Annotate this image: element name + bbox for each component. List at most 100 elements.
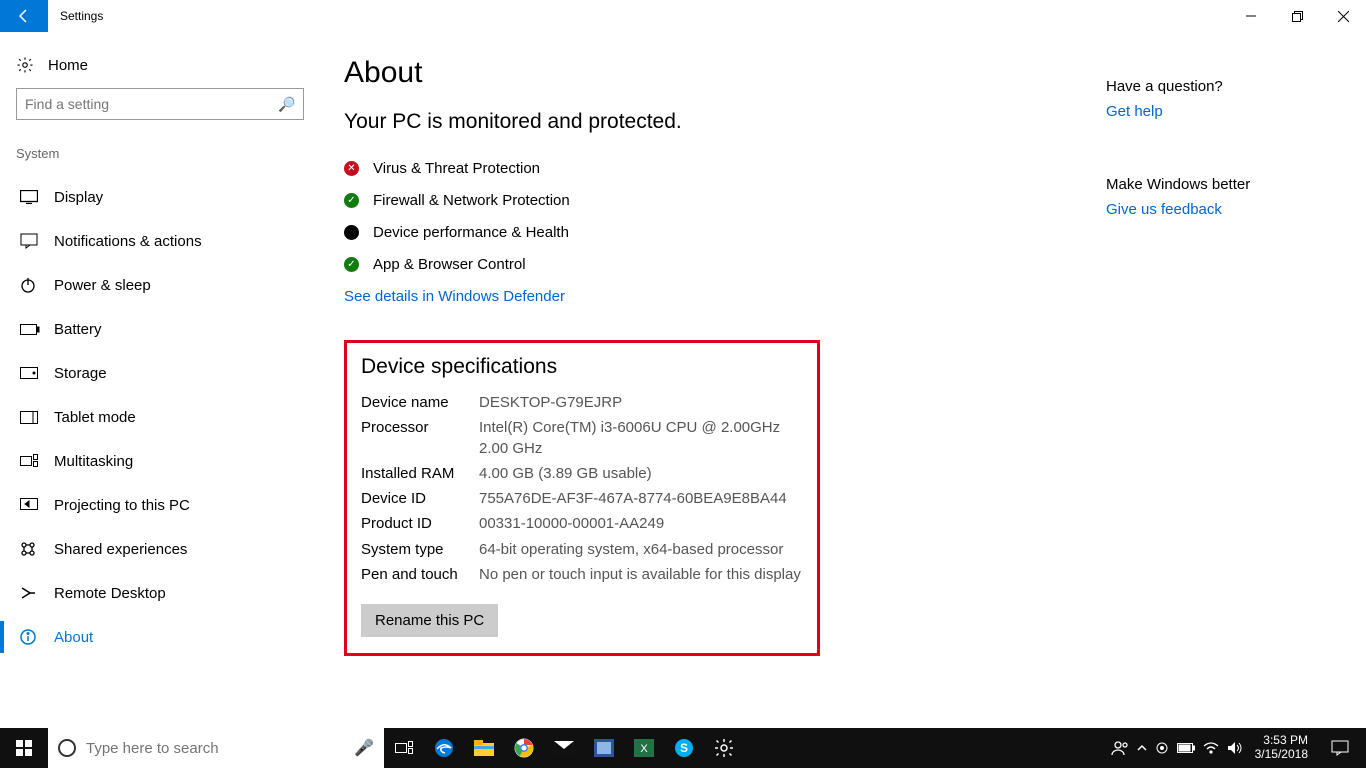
tray-clock[interactable]: 3:53 PM 3/15/2018	[1251, 734, 1312, 762]
taskbar-app-skype[interactable]: S	[664, 728, 704, 768]
spec-value: DESKTOP-G79EJRP	[479, 393, 803, 413]
help-panel: Have a question? Get help Make Windows b…	[1106, 78, 1326, 218]
system-tray: 3:53 PM 3/15/2018	[1101, 728, 1366, 768]
sidebar-section-label: System	[16, 146, 304, 161]
taskbar-app-explorer[interactable]	[464, 728, 504, 768]
spec-value: No pen or touch input is available for t…	[479, 565, 803, 585]
taskbar-app-edge[interactable]	[424, 728, 464, 768]
sidebar-search[interactable]: 🔍	[16, 88, 304, 120]
get-help-link[interactable]: Get help	[1106, 103, 1163, 120]
sidebar-item-multitasking[interactable]: Multitasking	[16, 439, 304, 483]
taskbar-app-mail[interactable]	[544, 728, 584, 768]
sidebar-nav: DisplayNotifications & actions Power & sl…	[16, 175, 304, 659]
spec-label: Product ID	[361, 514, 479, 534]
sidebar-item-about[interactable]: About	[16, 615, 304, 659]
spec-row: Product ID00331-10000-00001-AA249	[361, 514, 803, 534]
people-icon[interactable]	[1111, 740, 1129, 756]
back-button[interactable]	[0, 0, 48, 32]
taskbar-app-settings[interactable]	[704, 728, 744, 768]
status-label: Virus & Threat Protection	[373, 160, 540, 177]
sidebar-item-tablet-mode[interactable]: Tablet mode	[16, 395, 304, 439]
spec-label: Pen and touch	[361, 565, 479, 585]
battery-icon	[20, 324, 38, 335]
status-dot-bad: ✕	[344, 161, 359, 176]
sidebar-item-notifications-actions[interactable]: Notifications & actions	[16, 219, 304, 263]
action-center-button[interactable]	[1320, 740, 1360, 756]
mic-icon[interactable]: 🎤	[354, 738, 374, 758]
spec-label: Processor	[361, 418, 479, 459]
spec-row: Pen and touchNo pen or touch input is av…	[361, 565, 803, 585]
spec-value: 4.00 GB (3.89 GB usable)	[479, 464, 803, 484]
gear-icon	[16, 56, 34, 74]
about-icon	[20, 629, 38, 645]
shared-icon	[20, 541, 38, 557]
sidebar-item-projecting-to-this-pc[interactable]: Projecting to this PC	[16, 483, 304, 527]
sidebar-item-label: About	[54, 629, 93, 646]
sidebar-item-storage[interactable]: Storage	[16, 351, 304, 395]
help-question: Have a question?	[1106, 78, 1326, 95]
spec-value: 755A76DE-AF3F-467A-8774-60BEA9E8BA44	[479, 489, 803, 509]
close-button[interactable]	[1320, 0, 1366, 32]
status-dot-ok: ✓	[344, 257, 359, 272]
taskbar-search[interactable]: 🎤	[48, 728, 384, 768]
svg-text:X: X	[640, 743, 648, 755]
status-dot-ok: ✓	[344, 193, 359, 208]
taskbar-search-input[interactable]	[86, 740, 344, 757]
window-title: Settings	[48, 0, 115, 32]
sidebar-item-label: Multitasking	[54, 453, 133, 470]
tray-chevron-icon[interactable]	[1137, 744, 1147, 752]
spec-value: Intel(R) Core(TM) i3-6006U CPU @ 2.00GHz…	[479, 418, 803, 459]
rename-pc-button[interactable]: Rename this PC	[361, 604, 498, 637]
sidebar-item-display[interactable]: Display	[16, 175, 304, 219]
taskbar-app-chrome[interactable]	[504, 728, 544, 768]
maximize-button[interactable]	[1274, 0, 1320, 32]
search-icon: 🔍	[278, 96, 295, 113]
status-label: App & Browser Control	[373, 256, 526, 273]
storage-icon	[20, 367, 38, 379]
feedback-link[interactable]: Give us feedback	[1106, 201, 1222, 218]
tray-battery-icon[interactable]	[1177, 743, 1195, 753]
cortana-icon	[58, 739, 76, 757]
help-better: Make Windows better	[1106, 176, 1326, 193]
taskbar-app-excel[interactable]: X	[624, 728, 664, 768]
start-button[interactable]	[0, 728, 48, 768]
task-view-button[interactable]	[384, 728, 424, 768]
taskbar-app-generic1[interactable]	[584, 728, 624, 768]
sidebar-item-label: Remote Desktop	[54, 585, 166, 602]
sidebar-item-label: Battery	[54, 321, 102, 338]
status-row: ✓ App & Browser Control	[344, 248, 1346, 280]
tray-wifi-icon[interactable]	[1203, 742, 1219, 754]
app-body: Home 🔍 System DisplayNotifications & act…	[0, 32, 1366, 728]
tray-volume-icon[interactable]	[1227, 741, 1243, 755]
spec-title: Device specifications	[361, 355, 803, 379]
sidebar-home-label: Home	[48, 57, 88, 74]
display-icon	[20, 190, 38, 204]
spec-label: Device ID	[361, 489, 479, 509]
sidebar-item-power-sleep[interactable]: Power & sleep	[16, 263, 304, 307]
minimize-button[interactable]	[1228, 0, 1274, 32]
notify-icon	[20, 233, 38, 249]
defender-link[interactable]: See details in Windows Defender	[344, 288, 565, 305]
spec-row: ProcessorIntel(R) Core(TM) i3-6006U CPU …	[361, 418, 803, 459]
sidebar-item-label: Shared experiences	[54, 541, 187, 558]
sidebar-item-shared-experiences[interactable]: Shared experiences	[16, 527, 304, 571]
sidebar-item-remote-desktop[interactable]: Remote Desktop	[16, 571, 304, 615]
sidebar-item-label: Power & sleep	[54, 277, 151, 294]
sidebar: Home 🔍 System DisplayNotifications & act…	[0, 32, 320, 728]
search-input[interactable]	[25, 96, 278, 112]
status-label: Firewall & Network Protection	[373, 192, 570, 209]
tablet-icon	[20, 411, 38, 424]
svg-text:S: S	[680, 741, 688, 755]
device-spec-box: Device specifications Device nameDESKTOP…	[344, 340, 820, 656]
sidebar-item-label: Tablet mode	[54, 409, 136, 426]
taskbar: 🎤 X S 3:53 PM 3/15/2018	[0, 728, 1366, 768]
window-titlebar: Settings	[0, 0, 1366, 32]
status-row: Device performance & Health	[344, 216, 1346, 248]
spec-row: Device nameDESKTOP-G79EJRP	[361, 393, 803, 413]
tray-location-icon[interactable]	[1155, 741, 1169, 755]
sidebar-item-battery[interactable]: Battery	[16, 307, 304, 351]
multitask-icon	[20, 454, 38, 468]
spec-value: 00331-10000-00001-AA249	[479, 514, 803, 534]
sidebar-home[interactable]: Home	[16, 50, 304, 88]
sidebar-item-label: Storage	[54, 365, 107, 382]
